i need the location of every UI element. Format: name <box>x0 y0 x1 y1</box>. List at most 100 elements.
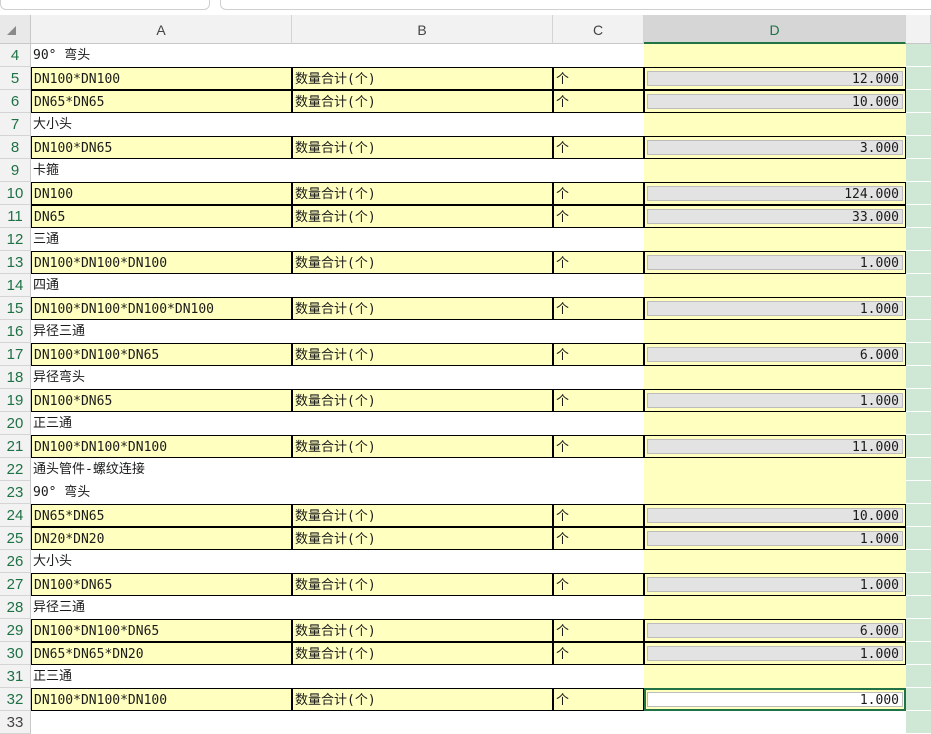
cell-b17[interactable]: 数量合计(个) <box>292 343 553 366</box>
row-header-10[interactable]: 10 <box>0 182 31 205</box>
cell-c24[interactable]: 个 <box>553 504 644 527</box>
cell-a12[interactable]: 三通 <box>31 228 644 251</box>
cell-d31[interactable] <box>644 665 906 688</box>
cell-b30[interactable]: 数量合计(个) <box>292 642 553 665</box>
cell-a24[interactable]: DN65*DN65 <box>31 504 292 527</box>
cell-a13[interactable]: DN100*DN100*DN100 <box>31 251 292 274</box>
cell-d18[interactable] <box>644 366 906 389</box>
cell-e11[interactable] <box>906 205 931 227</box>
row-header-28[interactable]: 28 <box>0 596 31 619</box>
cell-e21[interactable] <box>906 435 931 457</box>
cell-d12[interactable] <box>644 228 906 251</box>
cell-e15[interactable] <box>906 297 931 319</box>
cell-d26[interactable] <box>644 550 906 573</box>
cell-d6[interactable]: 10.000 <box>644 90 906 113</box>
row-header-14[interactable]: 14 <box>0 274 31 297</box>
cell-e7[interactable] <box>906 113 931 135</box>
cell-e9[interactable] <box>906 159 931 181</box>
cell-c21[interactable]: 个 <box>553 435 644 458</box>
cell-e32[interactable] <box>906 688 931 710</box>
row-header-9[interactable]: 9 <box>0 159 31 182</box>
cell-a31[interactable]: 正三通 <box>31 665 644 688</box>
cell-d30[interactable]: 1.000 <box>644 642 906 665</box>
cell-a5[interactable]: DN100*DN100 <box>31 67 292 90</box>
cell-a28[interactable]: 异径三通 <box>31 596 644 619</box>
row-header-31[interactable]: 31 <box>0 665 31 688</box>
name-box[interactable] <box>0 0 210 10</box>
column-header-d[interactable]: D <box>644 15 906 44</box>
cell-d17[interactable]: 6.000 <box>644 343 906 366</box>
cell-a27[interactable]: DN100*DN65 <box>31 573 292 596</box>
row-header-4[interactable]: 4 <box>0 44 31 67</box>
cell-e19[interactable] <box>906 389 931 411</box>
cell-c6[interactable]: 个 <box>553 90 644 113</box>
cell-b32[interactable]: 数量合计(个) <box>292 688 553 711</box>
cell-d25[interactable]: 1.000 <box>644 527 906 550</box>
row-header-22[interactable]: 22 <box>0 458 31 481</box>
cell-b8[interactable]: 数量合计(个) <box>292 136 553 159</box>
cell-d11[interactable]: 33.000 <box>644 205 906 228</box>
row-header-5[interactable]: 5 <box>0 67 31 90</box>
row-header-25[interactable]: 25 <box>0 527 31 550</box>
cell-c10[interactable]: 个 <box>553 182 644 205</box>
select-all-corner[interactable] <box>0 15 31 44</box>
cell-e27[interactable] <box>906 573 931 595</box>
cell-d7[interactable] <box>644 113 906 136</box>
row-header-32[interactable]: 32 <box>0 688 31 711</box>
cell-a14[interactable]: 四通 <box>31 274 644 297</box>
cell-c15[interactable]: 个 <box>553 297 644 320</box>
cell-a22[interactable]: 通头管件-螺纹连接 <box>31 458 644 481</box>
cell-e30[interactable] <box>906 642 931 664</box>
cell-b29[interactable]: 数量合计(个) <box>292 619 553 642</box>
column-header-b[interactable]: B <box>292 15 553 44</box>
row-header-16[interactable]: 16 <box>0 320 31 343</box>
cell-c25[interactable]: 个 <box>553 527 644 550</box>
cell-a19[interactable]: DN100*DN65 <box>31 389 292 412</box>
cell-c30[interactable]: 个 <box>553 642 644 665</box>
row-header-29[interactable]: 29 <box>0 619 31 642</box>
cell-d22[interactable] <box>644 458 906 481</box>
cell-b25[interactable]: 数量合计(个) <box>292 527 553 550</box>
cell-a10[interactable]: DN100 <box>31 182 292 205</box>
cell-c5[interactable]: 个 <box>553 67 644 90</box>
row-header-20[interactable]: 20 <box>0 412 31 435</box>
cell-b27[interactable]: 数量合计(个) <box>292 573 553 596</box>
cell-d27[interactable]: 1.000 <box>644 573 906 596</box>
cell-a9[interactable]: 卡箍 <box>31 159 644 182</box>
cell-a15[interactable]: DN100*DN100*DN100*DN100 <box>31 297 292 320</box>
cell-a23[interactable]: 90° 弯头 <box>31 481 644 504</box>
cell-d32[interactable]: 1.000 <box>644 688 906 711</box>
cell-a16[interactable]: 异径三通 <box>31 320 644 343</box>
cell-d28[interactable] <box>644 596 906 619</box>
cell-d16[interactable] <box>644 320 906 343</box>
cell-e13[interactable] <box>906 251 931 273</box>
cell-d33[interactable] <box>644 711 906 734</box>
row-header-18[interactable]: 18 <box>0 366 31 389</box>
column-header-c[interactable]: C <box>553 15 644 44</box>
cell-a11[interactable]: DN65 <box>31 205 292 228</box>
row-header-17[interactable]: 17 <box>0 343 31 366</box>
cell-a7[interactable]: 大小头 <box>31 113 644 136</box>
cell-a29[interactable]: DN100*DN100*DN65 <box>31 619 292 642</box>
cell-a17[interactable]: DN100*DN100*DN65 <box>31 343 292 366</box>
row-header-26[interactable]: 26 <box>0 550 31 573</box>
cell-b5[interactable]: 数量合计(个) <box>292 67 553 90</box>
cell-e12[interactable] <box>906 228 931 250</box>
row-header-23[interactable]: 23 <box>0 481 31 504</box>
cell-c11[interactable]: 个 <box>553 205 644 228</box>
cell-d21[interactable]: 11.000 <box>644 435 906 458</box>
row-header-24[interactable]: 24 <box>0 504 31 527</box>
cell-e22[interactable] <box>906 458 931 480</box>
cell-a4[interactable]: 90° 弯头 <box>31 44 644 67</box>
cell-e23[interactable] <box>906 481 931 503</box>
cell-e24[interactable] <box>906 504 931 526</box>
cell-e25[interactable] <box>906 527 931 549</box>
row-header-19[interactable]: 19 <box>0 389 31 412</box>
cell-d23[interactable] <box>644 481 906 504</box>
cell-b10[interactable]: 数量合计(个) <box>292 182 553 205</box>
cell-c27[interactable]: 个 <box>553 573 644 596</box>
cell-d10[interactable]: 124.000 <box>644 182 906 205</box>
cell-e31[interactable] <box>906 665 931 687</box>
cell-e29[interactable] <box>906 619 931 641</box>
row-header-6[interactable]: 6 <box>0 90 31 113</box>
